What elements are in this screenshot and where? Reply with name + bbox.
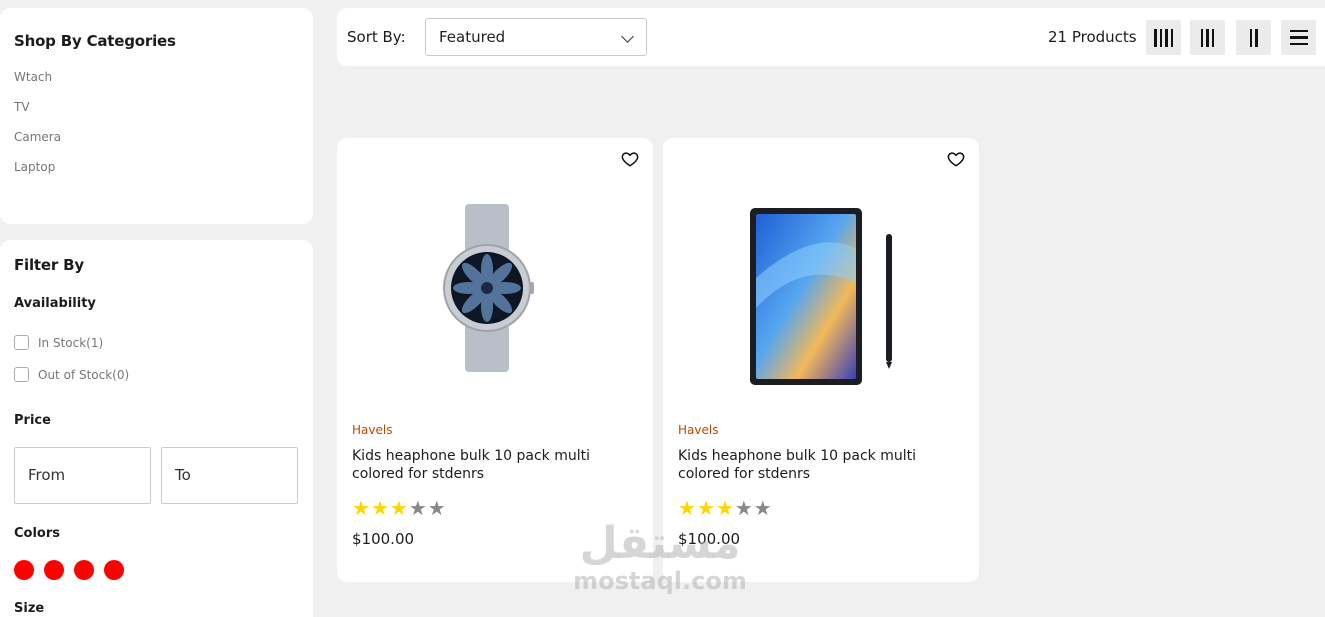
star-icon: ★ — [715, 496, 734, 520]
grid-4-button[interactable] — [1146, 20, 1181, 55]
watermark: مستقل mostaql.com — [560, 518, 760, 595]
watermark-latin: mostaql.com — [573, 567, 747, 595]
smartwatch-image[interactable] — [337, 188, 653, 388]
product-name[interactable]: Kids heaphone bulk 10 pack multi colored… — [678, 447, 948, 483]
price-title: Price — [14, 413, 51, 428]
in-stock-option[interactable]: In Stock(1) — [14, 335, 103, 350]
grid-2-icon — [1249, 28, 1252, 47]
color-swatch-red[interactable] — [104, 560, 124, 580]
product-rating: ★ ★ ★ ★ ★ — [678, 498, 772, 518]
price-to-input[interactable]: To — [161, 447, 298, 504]
list-view-button[interactable] — [1281, 20, 1316, 55]
grid-3-button[interactable] — [1190, 20, 1225, 55]
star-icon: ★ — [370, 496, 389, 520]
out-of-stock-checkbox[interactable] — [14, 367, 29, 382]
sort-label: Sort By: — [347, 28, 406, 46]
filter-panel: Filter By Availability In Stock(1) Out o… — [0, 240, 313, 617]
list-icon — [1289, 29, 1308, 33]
category-item-tv[interactable]: TV — [14, 100, 30, 114]
color-swatch-red[interactable] — [44, 560, 64, 580]
color-swatch-red[interactable] — [14, 560, 34, 580]
product-count: 21 Products — [1048, 28, 1137, 46]
out-of-stock-option[interactable]: Out of Stock(0) — [14, 367, 129, 382]
in-stock-checkbox[interactable] — [14, 335, 29, 350]
watermark-arabic: مستقل — [579, 518, 741, 569]
product-rating: ★ ★ ★ ★ ★ — [352, 498, 446, 518]
category-item-camera[interactable]: Camera — [14, 130, 61, 144]
star-icon: ★ — [389, 496, 408, 520]
categories-title: Shop By Categories — [14, 32, 176, 50]
sort-value: Featured — [439, 28, 506, 46]
product-card[interactable]: Havels Kids heaphone bulk 10 pack multi … — [337, 138, 653, 582]
category-item-laptop[interactable]: Laptop — [14, 160, 55, 174]
star-icon: ★ — [678, 496, 696, 520]
category-item-watch[interactable]: Wtach — [14, 70, 52, 84]
tablet-image[interactable] — [663, 188, 979, 388]
filter-title: Filter By — [14, 256, 84, 274]
in-stock-label: In Stock(1) — [38, 335, 104, 350]
product-brand: Havels — [352, 423, 393, 437]
chevron-down-icon — [621, 30, 634, 43]
heart-icon[interactable] — [947, 150, 965, 168]
star-icon: ★ — [352, 496, 370, 520]
availability-title: Availability — [14, 296, 96, 311]
grid-4-icon — [1154, 28, 1157, 47]
product-brand: Havels — [678, 423, 719, 437]
heart-icon[interactable] — [621, 150, 639, 168]
grid-3-icon — [1200, 28, 1204, 47]
price-from-input[interactable]: From — [14, 447, 151, 504]
star-icon: ★ — [696, 496, 715, 520]
star-icon: ★ — [753, 496, 772, 520]
sort-select[interactable]: Featured — [425, 18, 647, 56]
size-title: Size — [14, 601, 45, 616]
sort-toolbar: Sort By: Featured 21 Products — [337, 8, 1325, 66]
color-swatch-red[interactable] — [74, 560, 94, 580]
product-card[interactable]: Havels Kids heaphone bulk 10 pack multi … — [663, 138, 979, 582]
product-name[interactable]: Kids heaphone bulk 10 pack multi colored… — [352, 447, 622, 483]
star-icon: ★ — [408, 496, 427, 520]
grid-2-button[interactable] — [1236, 20, 1271, 55]
star-icon: ★ — [427, 496, 446, 520]
product-price: $100.00 — [352, 530, 415, 548]
star-icon: ★ — [734, 496, 753, 520]
categories-panel: Shop By Categories Wtach TV Camera Lapto… — [0, 8, 313, 224]
out-of-stock-label: Out of Stock(0) — [38, 367, 130, 382]
colors-title: Colors — [14, 526, 61, 541]
